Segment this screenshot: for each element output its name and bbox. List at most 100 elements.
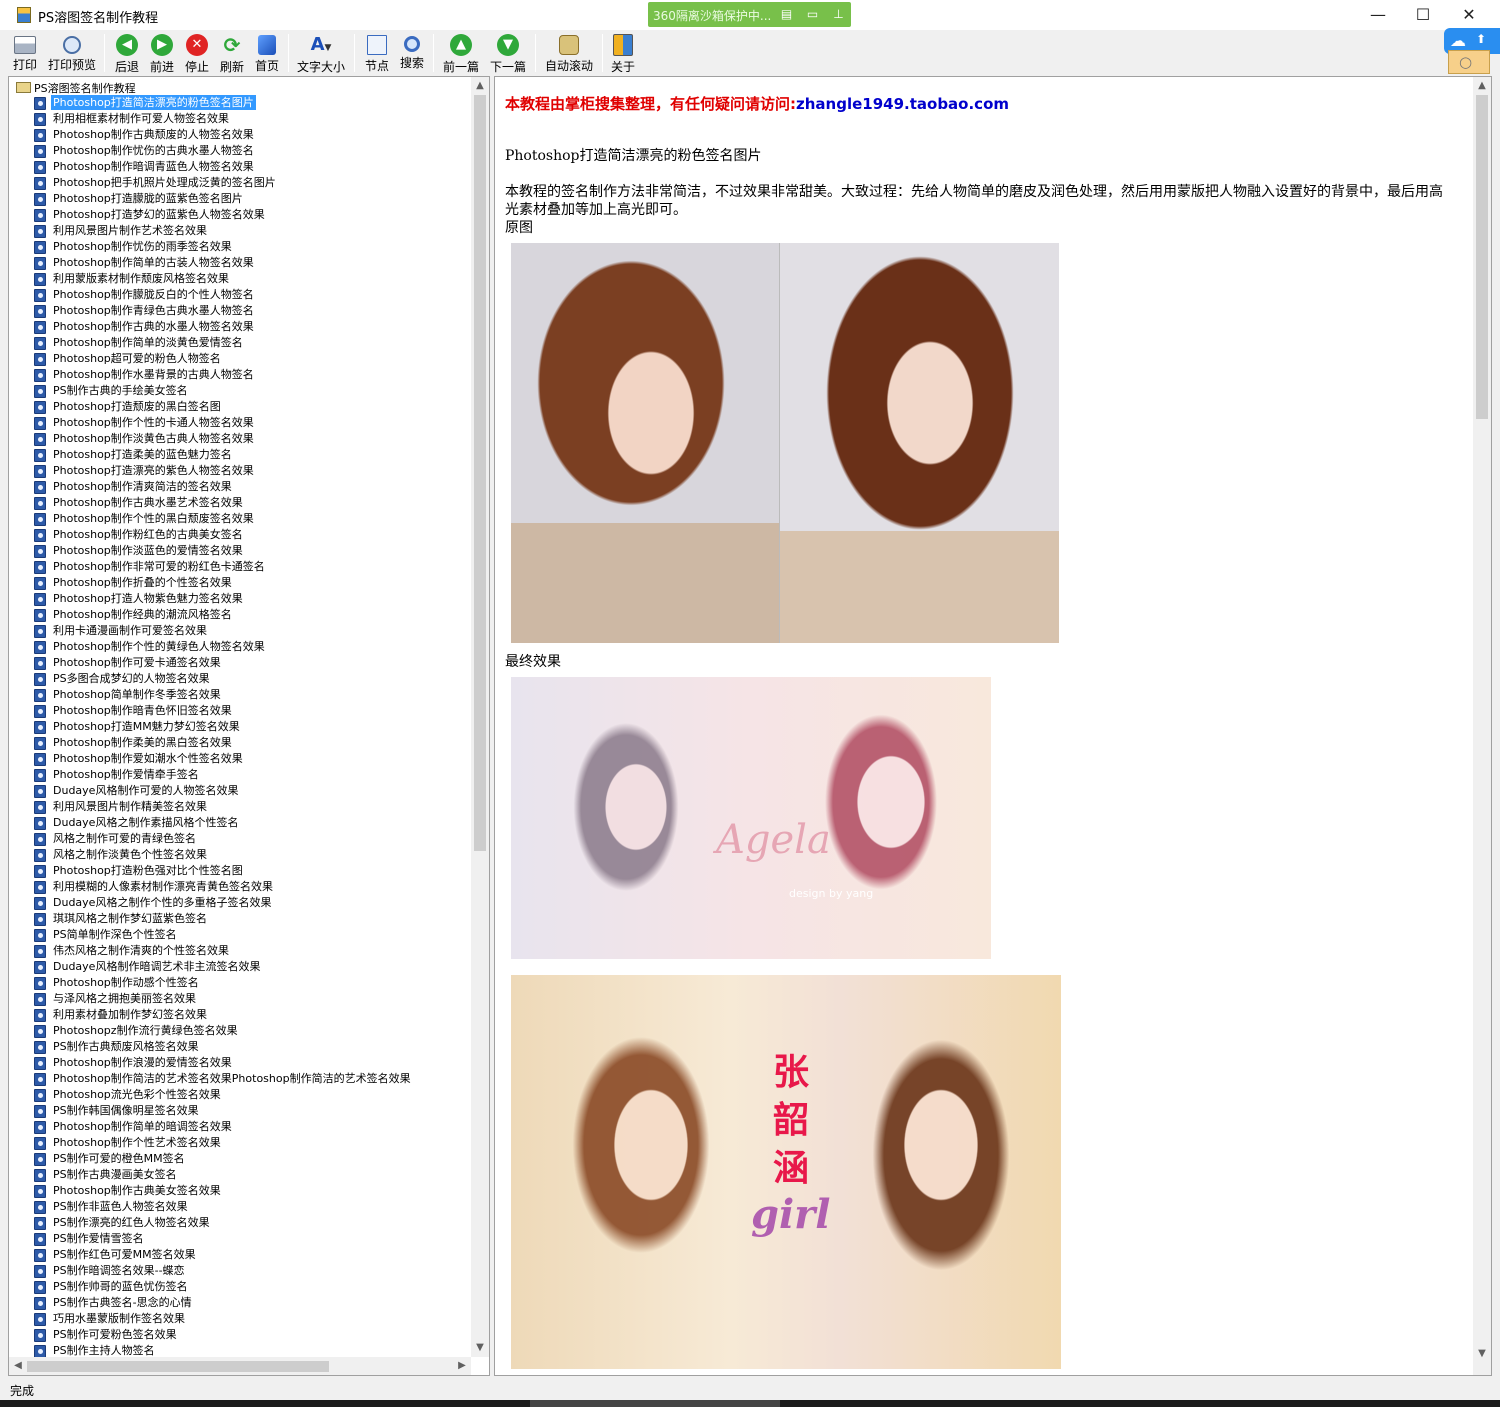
tree-item[interactable]: 琪琪风格之制作梦幻蓝紫色签名 (9, 911, 471, 927)
tree-item[interactable]: Photoshop打造简洁漂亮的粉色签名图片 (9, 95, 471, 111)
tree-item[interactable]: Photoshop打造朦胧的蓝紫色签名图片 (9, 191, 471, 207)
tree-item[interactable]: Photoshop制作个性的黑白颓废签名效果 (9, 511, 471, 527)
tree-item[interactable]: Photoshop制作淡黄色古典人物签名效果 (9, 431, 471, 447)
tree-item[interactable]: PS多图合成梦幻的人物签名效果 (9, 671, 471, 687)
tree-item[interactable]: Photoshop制作简单的淡黄色爱情签名 (9, 335, 471, 351)
tree-item[interactable]: PS制作红色可爱MM签名效果 (9, 1247, 471, 1263)
tree-item[interactable]: Photoshop制作个性艺术签名效果 (9, 1135, 471, 1151)
tree-item[interactable]: PS制作古典的手绘美女签名 (9, 383, 471, 399)
tree-item[interactable]: Photoshop打造柔美的蓝色魅力签名 (9, 447, 471, 463)
tree-horizontal-scrollbar[interactable]: ◀ ▶ (9, 1357, 471, 1375)
tree-item[interactable]: Photoshop把手机照片处理成泛黄的签名图片 (9, 175, 471, 191)
tree-item[interactable]: PS制作可爱粉色签名效果 (9, 1327, 471, 1343)
tree-item[interactable]: PS制作古典漫画美女签名 (9, 1167, 471, 1183)
magnifier-widget[interactable]: ○ (1448, 50, 1490, 74)
tree-item[interactable]: 风格之制作可爱的青绿色签名 (9, 831, 471, 847)
auto-scroll-button[interactable]: 自动滚动 (542, 32, 596, 74)
tree-item[interactable]: Photoshop制作朦胧反白的个性人物签名 (9, 287, 471, 303)
tree-horizontal-scroll-thumb[interactable] (27, 1361, 329, 1372)
tree-item[interactable]: Photoshop制作柔美的黑白签名效果 (9, 735, 471, 751)
tree-item[interactable]: 与泽风格之拥抱美丽签名效果 (9, 991, 471, 1007)
maximize-button[interactable]: ☐ (1400, 0, 1446, 30)
scroll-down-arrow-icon[interactable]: ▼ (1473, 1345, 1491, 1363)
tree-item[interactable]: Photoshop打造颓废的黑白签名图 (9, 399, 471, 415)
tree-item[interactable]: Photoshop打造人物紫色魅力签名效果 (9, 591, 471, 607)
tree-item[interactable]: PS制作漂亮的红色人物签名效果 (9, 1215, 471, 1231)
tree-item[interactable]: Photoshop制作古典水墨艺术签名效果 (9, 495, 471, 511)
tree-item[interactable]: Photoshopz制作流行黄绿色签名效果 (9, 1023, 471, 1039)
tree-item[interactable]: Photoshop制作淡蓝色的爱情签名效果 (9, 543, 471, 559)
tree-item[interactable]: 风格之制作淡黄色个性签名效果 (9, 847, 471, 863)
tree-item[interactable]: Photoshop打造MM魅力梦幻签名效果 (9, 719, 471, 735)
print-preview-button[interactable]: 打印预览 (46, 32, 98, 74)
tree-item[interactable]: Photoshop制作暗青色怀旧签名效果 (9, 703, 471, 719)
article-vertical-scrollbar[interactable]: ▲ ▼ (1473, 77, 1491, 1375)
tree-item[interactable]: 巧用水墨蒙版制作签名效果 (9, 1311, 471, 1327)
tree-item[interactable]: Photoshop制作折叠的个性签名效果 (9, 575, 471, 591)
tree-item[interactable]: Photoshop制作简洁的艺术签名效果Photoshop制作简洁的艺术签名效果 (9, 1071, 471, 1087)
tree-item[interactable]: Photoshop制作动感个性签名 (9, 975, 471, 991)
tree-item[interactable]: Photoshop打造粉色强对比个性签名图 (9, 863, 471, 879)
tree-item[interactable]: PS简单制作深色个性签名 (9, 927, 471, 943)
source-link[interactable]: zhangle1949.taobao.com (796, 95, 1009, 113)
next-article-button[interactable]: ▼ 下一篇 (487, 32, 529, 74)
article-vertical-scroll-thumb[interactable] (1476, 95, 1488, 419)
tree-item[interactable]: Photoshop制作个性的黄绿色人物签名效果 (9, 639, 471, 655)
tree-item[interactable]: Dudaye风格之制作素描风格个性签名 (9, 815, 471, 831)
tree-item[interactable]: Photoshop打造漂亮的紫色人物签名效果 (9, 463, 471, 479)
tree-item[interactable]: Photoshop流光色彩个性签名效果 (9, 1087, 471, 1103)
tree-item[interactable]: Photoshop制作爱如潮水个性签名效果 (9, 751, 471, 767)
tree-item[interactable]: PS制作古典颓废风格签名效果 (9, 1039, 471, 1055)
sandbox-menu-icon[interactable]: ▤ (778, 6, 795, 23)
tree-item[interactable]: Photoshop超可爱的粉色人物签名 (9, 351, 471, 367)
tree-vertical-scrollbar[interactable]: ▲ ▼ (471, 77, 489, 1357)
stop-button[interactable]: ✕ 停止 (182, 32, 212, 74)
tree-item[interactable]: Photoshop制作古典的水墨人物签名效果 (9, 319, 471, 335)
node-button[interactable]: 节点 (362, 32, 392, 74)
tree-item[interactable]: Photoshop制作暗调青蓝色人物签名效果 (9, 159, 471, 175)
tree-item[interactable]: 利用相框素材制作可爱人物签名效果 (9, 111, 471, 127)
tree-item[interactable]: Photoshop制作清爽简洁的签名效果 (9, 479, 471, 495)
tree-item[interactable]: 利用风景图片制作艺术签名效果 (9, 223, 471, 239)
scroll-down-arrow-icon[interactable]: ▼ (471, 1339, 489, 1357)
tree-item[interactable]: PS制作暗调签名效果--蝶恋 (9, 1263, 471, 1279)
tree-item[interactable]: Photoshop制作水墨背景的古典人物签名 (9, 367, 471, 383)
tree-item[interactable]: PS制作爱情雪签名 (9, 1231, 471, 1247)
tree-item[interactable]: Dudaye风格之制作个性的多重格子签名效果 (9, 895, 471, 911)
tree-item[interactable]: Photoshop制作粉红色的古典美女签名 (9, 527, 471, 543)
tree-item[interactable]: Photoshop制作忧伤的雨季签名效果 (9, 239, 471, 255)
tree-item[interactable]: PS制作韩国偶像明星签名效果 (9, 1103, 471, 1119)
tree-item[interactable]: Dudaye风格制作暗调艺术非主流签名效果 (9, 959, 471, 975)
close-button[interactable]: ✕ (1446, 0, 1492, 30)
minimize-button[interactable]: — (1355, 0, 1401, 30)
tree-item[interactable]: Photoshop制作简单的暗调签名效果 (9, 1119, 471, 1135)
refresh-button[interactable]: ⟳ 刷新 (217, 32, 247, 74)
scroll-up-arrow-icon[interactable]: ▲ (471, 77, 489, 95)
tree-item[interactable]: PS制作帅哥的蓝色忧伤签名 (9, 1279, 471, 1295)
home-button[interactable]: 首页 (252, 32, 282, 74)
tree-item[interactable]: Photoshop制作青绿色古典水墨人物签名 (9, 303, 471, 319)
scroll-right-arrow-icon[interactable]: ▶ (453, 1357, 471, 1375)
tree-item[interactable]: Dudaye风格制作可爱的人物签名效果 (9, 783, 471, 799)
tree-item[interactable]: PS制作可爱的橙色MM签名 (9, 1151, 471, 1167)
tree-item[interactable]: 利用风景图片制作精美签名效果 (9, 799, 471, 815)
tree-item[interactable]: PS制作非蓝色人物签名效果 (9, 1199, 471, 1215)
forward-button[interactable]: ▶ 前进 (147, 32, 177, 74)
about-button[interactable]: 关于 (608, 32, 638, 74)
tree-item[interactable]: Photoshop简单制作冬季签名效果 (9, 687, 471, 703)
scroll-up-arrow-icon[interactable]: ▲ (1473, 77, 1491, 95)
back-button[interactable]: ◀ 后退 (112, 32, 142, 74)
tree-item[interactable]: Photoshop打造梦幻的蓝紫色人物签名效果 (9, 207, 471, 223)
article-view[interactable]: 本教程由掌柜搜集整理，有任何疑问请访问:zhangle1949.taobao.c… (494, 76, 1492, 1376)
tree-item[interactable]: Photoshop制作忧伤的古典水墨人物签名 (9, 143, 471, 159)
previous-article-button[interactable]: ▲ 前一篇 (440, 32, 482, 74)
tree-item[interactable]: Photoshop制作个性的卡通人物签名效果 (9, 415, 471, 431)
tree-item[interactable]: Photoshop制作古典美女签名效果 (9, 1183, 471, 1199)
tree-item[interactable]: PS制作古典签名-思念的心情 (9, 1295, 471, 1311)
sandbox-badge[interactable]: 360隔离沙箱保护中... ▤ ▭ ⊥ (648, 2, 851, 27)
tree-item[interactable]: Photoshop制作非常可爱的粉红色卡通签名 (9, 559, 471, 575)
tree-vertical-scroll-thumb[interactable] (474, 95, 486, 851)
tree-item[interactable]: 利用模糊的人像素材制作漂亮青黄色签名效果 (9, 879, 471, 895)
sandbox-pin-icon[interactable]: ⊥ (830, 6, 847, 23)
tree-item[interactable]: Photoshop制作爱情牵手签名 (9, 767, 471, 783)
